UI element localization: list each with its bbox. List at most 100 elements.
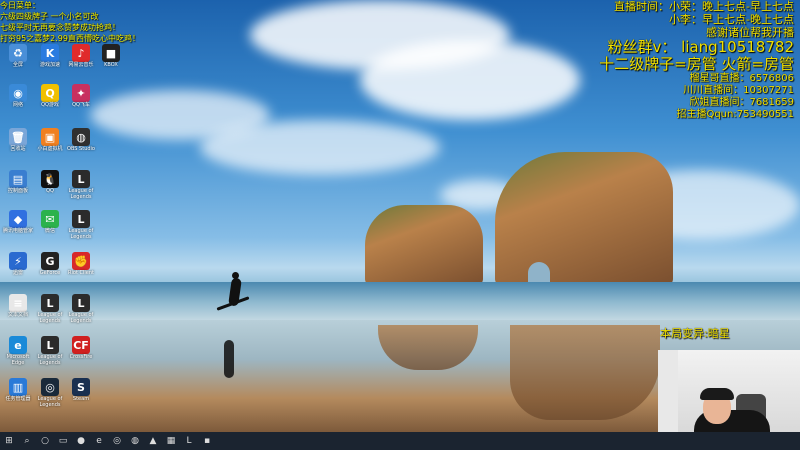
app-icon[interactable]: ▪ (200, 434, 214, 448)
desktop-icon-label: Steam (72, 396, 90, 402)
webcam-feed (658, 350, 800, 432)
desktop-icon[interactable]: CF CrossFire (66, 336, 96, 360)
task-manager-icon: ▥ (9, 378, 27, 396)
overlay-line: 打穷95之嘉梦2.99直西懵吃心中吃鸡！ (0, 34, 140, 43)
desktop-icon-label: 回收站 (10, 146, 26, 152)
lol-icon: L (41, 294, 59, 312)
desktop-icon[interactable]: 🗑 回收站 (3, 128, 33, 152)
lol-icon[interactable]: L (182, 434, 196, 448)
kbox-icon: ■ (102, 44, 120, 62)
obs-icon: ◍ (72, 128, 90, 146)
edge-icon: e (9, 336, 27, 354)
overlay-line: 七级平时无再要念赞梦成功抢鸡！ (0, 23, 120, 32)
overlay-top-right: 直播时间：小荣：晚上七点-早上七点 小李：早上七点-晚上七点 感谢诸位帮我开播 粉丝群… (599, 0, 794, 121)
sea (0, 282, 800, 322)
edge-icon[interactable]: e (92, 434, 106, 448)
desktop-icon[interactable]: K 游戏加速 (35, 44, 65, 68)
desktop-icon[interactable]: ◉ 网络 (3, 84, 33, 108)
desktop-icon[interactable]: ♪ 网易云音乐 (66, 44, 96, 68)
desktop-icon[interactable]: ♻ 全屏 (3, 44, 33, 68)
desktop-icon[interactable]: Q QQ游戏 (35, 84, 65, 108)
desktop-icon[interactable]: L League of Legends (66, 170, 96, 200)
folder-icon[interactable]: ▭ (56, 434, 70, 448)
desktop-icon-label: 微信 (44, 228, 55, 234)
desktop-icon[interactable]: ≡ 文本文档 (3, 294, 33, 318)
windows-start-icon[interactable]: ⊞ (2, 434, 16, 448)
trash-icon: 🗑 (9, 128, 27, 146)
vm-icon: ▣ (41, 128, 59, 146)
lol-icon: L (41, 336, 59, 354)
webcam-wall (658, 350, 678, 432)
desktop-icon[interactable]: ◎ League of Legends (35, 378, 65, 408)
lol-icon: L (72, 170, 90, 188)
overlay-line: 直播时间：小荣：晚上七点-早上七点 (614, 0, 794, 13)
desktop-icon-label: QQ飞车 (72, 102, 90, 108)
control-panel-icon: ▤ (9, 170, 27, 188)
desktop-icon[interactable]: ◍ OBS Studio (66, 128, 96, 152)
recycle-bin-icon: ♻ (9, 44, 27, 62)
qq-speed-icon: ✦ (72, 84, 90, 102)
runner-reflection (224, 340, 234, 378)
cloud (200, 120, 440, 175)
desktop-icon-label: 网易云音乐 (68, 62, 94, 68)
desktop-icon-label: League of Legends (68, 312, 94, 324)
large-rock-arch (495, 152, 673, 285)
overlay-line: 川川直播间：10307271 (683, 85, 794, 96)
cloud (360, 40, 580, 120)
small-rock (365, 205, 483, 285)
desktop-icon[interactable]: ▥ 任务管理器 (3, 378, 33, 402)
desktop-icon-label: League of Legends (37, 354, 63, 366)
qq-game-icon: Q (41, 84, 59, 102)
app-icon[interactable]: ▲ (146, 434, 160, 448)
taskbar: ⊞ ⌕ ○ ▭ ● e ◎ ◍ ▲ ▦ L ▪ (0, 432, 800, 450)
desktop-icon[interactable]: 🐧 QQ (35, 170, 65, 194)
desktop-icon-label: League of Legends (37, 396, 63, 408)
network-icon: ◉ (9, 84, 27, 102)
desktop-icon[interactable]: ✦ QQ飞车 (66, 84, 96, 108)
desktop-icon[interactable]: ✉ 微信 (35, 210, 65, 234)
lol-icon: L (72, 294, 90, 312)
search-icon[interactable]: ⌕ (20, 434, 34, 448)
qq-icon: 🐧 (41, 170, 59, 188)
desktop-icon-label: CrossFire (69, 354, 93, 360)
overlay-line: 今日菜单： (0, 1, 40, 10)
minecraft-icon[interactable]: ▦ (164, 434, 178, 448)
geforce-icon: G (41, 252, 59, 270)
desktop-icon[interactable]: ▣ 小白虚拟机 (35, 128, 65, 152)
wechat-icon: ✉ (41, 210, 59, 228)
pc-manager-icon: ◆ (9, 210, 27, 228)
desktop-icon[interactable]: L League of Legends (35, 294, 65, 324)
text-file-icon: ≡ (9, 294, 27, 312)
overlay-line: 招主播Qqun:753490551 (676, 109, 794, 120)
riot-icon: ✊ (72, 252, 90, 270)
desktop-icon[interactable]: L League of Legends (35, 336, 65, 366)
desktop-icon-label: 网络 (12, 102, 23, 108)
desktop-icon-label: League of Legends (68, 228, 94, 240)
desktop-icon[interactable]: e Microsoft Edge (3, 336, 33, 366)
overlay-line: 粉丝群v： liang10518782 (607, 38, 794, 56)
browser-icon[interactable]: ◎ (110, 434, 124, 448)
desktop-icon[interactable]: L League of Legends (66, 294, 96, 324)
desktop-icon-label: 小白虚拟机 (37, 146, 63, 152)
desktop-icon-label: 文本文档 (7, 312, 28, 318)
task-view-icon[interactable]: ○ (38, 434, 52, 448)
steam-icon: S (72, 378, 90, 396)
overlay-line: 榴星哥直播：6576806 (689, 73, 794, 84)
obs-icon[interactable]: ◍ (128, 434, 142, 448)
desktop-icon[interactable]: ▤ 控制面板 (3, 170, 33, 194)
desktop-icon[interactable]: G GeForce (35, 252, 65, 276)
desktop-icon[interactable]: ◆ 腾讯电脑管家 (3, 210, 33, 234)
overlay-line: 十二级牌子=房管 火箭=房管 (599, 55, 794, 73)
overlay-line: 欣姐直播间：7681659 (689, 97, 794, 108)
crossfire-icon: CF (72, 336, 90, 354)
desktop-icon[interactable]: ■ KBOX (96, 44, 126, 68)
desktop-icon[interactable]: ✊ Riot Client (66, 252, 96, 276)
desktop-icon[interactable]: ⚡ 迅雷 (3, 252, 33, 276)
desktop-icon[interactable]: S Steam (66, 378, 96, 402)
desktop-icon[interactable]: L League of Legends (66, 210, 96, 240)
qq-game-icon[interactable]: ● (74, 434, 88, 448)
desktop-icon-label: QQ游戏 (41, 102, 59, 108)
lol-client-icon: ◎ (41, 378, 59, 396)
desktop-icon-label: 游戏加速 (39, 62, 60, 68)
rock-reflection (510, 325, 660, 420)
